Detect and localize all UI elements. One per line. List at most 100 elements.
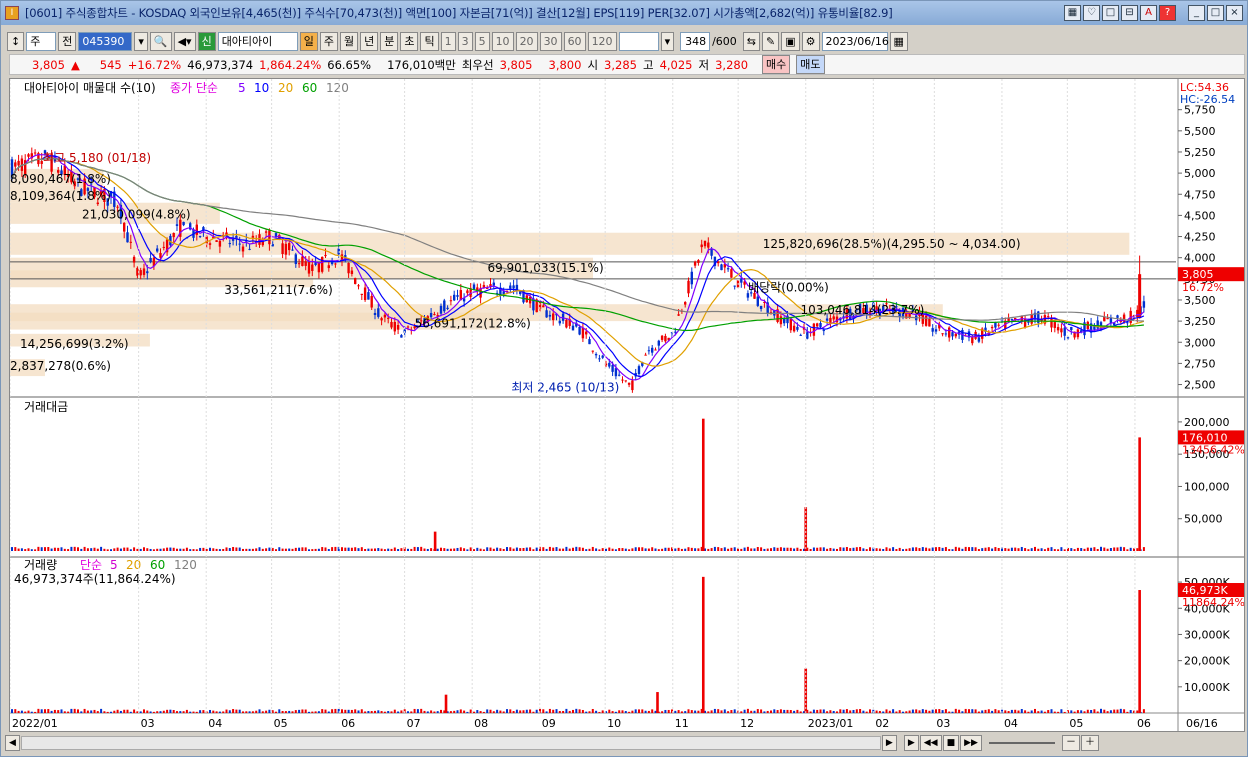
candle-body <box>542 305 545 308</box>
candle-body <box>327 265 330 269</box>
link-icon[interactable]: ▦ <box>1064 5 1081 21</box>
volume-bar <box>839 709 842 713</box>
volume-bar <box>360 709 363 713</box>
volume-bar <box>110 711 112 713</box>
amount-bar <box>730 547 733 551</box>
stock-link-icon[interactable]: ↕ <box>7 31 25 51</box>
zoom-slider[interactable] <box>988 742 1055 744</box>
stock-code-input[interactable]: 045390 <box>78 31 133 51</box>
candle-body <box>406 326 410 328</box>
interval-30[interactable]: 30 <box>539 31 562 51</box>
candle-body <box>1056 327 1060 331</box>
interval-10[interactable]: 10 <box>491 31 514 51</box>
help-icon[interactable]: ? <box>1159 5 1176 21</box>
volume-bar <box>948 711 951 713</box>
minimize-button[interactable]: _ <box>1188 5 1205 21</box>
volume-bar <box>638 709 640 713</box>
candle-body <box>123 222 126 232</box>
chart-area[interactable]: 5,750 5,500 5,250 5,000 4,750 4,500 4,250 4,000… <box>9 78 1245 732</box>
volume-bar <box>542 709 545 713</box>
search-icon[interactable]: 🔍 <box>149 31 172 51</box>
candle-body <box>684 302 687 305</box>
candle-body <box>759 305 763 310</box>
volume-bar <box>314 711 317 713</box>
period-week[interactable]: 주 <box>319 31 338 51</box>
forward-icon[interactable]: ▶▶ <box>960 735 982 751</box>
whole-button[interactable]: 전 <box>58 31 77 51</box>
x-tick-label: 06 <box>341 717 355 730</box>
chart-svg[interactable]: 5,7505,5005,2505,0004,7504,5004,2504,000… <box>10 79 1244 731</box>
scroll-icon[interactable]: ⇆ <box>742 31 761 51</box>
interval-60[interactable]: 60 <box>563 31 586 51</box>
dropdown-arrow-icon[interactable]: ▾ <box>134 31 148 51</box>
period-month[interactable]: 월 <box>339 31 359 51</box>
amount-bar <box>469 547 472 551</box>
price-tick-label: 4,000 <box>1184 252 1216 265</box>
volume-profile-label: 103,046,814(23.7%) <box>800 303 924 317</box>
volume-bar <box>1073 711 1076 713</box>
amount-bar <box>710 548 713 551</box>
volume-bar <box>24 711 27 713</box>
volume-bar <box>354 709 357 713</box>
buy-button[interactable]: 매수 <box>762 55 791 74</box>
amount-bar <box>555 547 558 551</box>
candle-body <box>660 335 664 340</box>
interval-3[interactable]: 3 <box>457 31 473 51</box>
count-input[interactable]: 348 <box>680 31 711 51</box>
volume-bar <box>63 711 66 713</box>
amount-bar <box>90 548 93 551</box>
zoom-in-icon[interactable]: ＋ <box>1080 735 1099 751</box>
play-icon[interactable]: ▶ <box>903 735 919 751</box>
amount-bar <box>228 548 231 551</box>
volume-bar <box>624 711 627 713</box>
interval-20[interactable]: 20 <box>515 31 538 51</box>
volume-bar <box>717 709 720 713</box>
scrollbar-track[interactable] <box>20 736 881 750</box>
volume-bar <box>453 710 456 713</box>
rewind-icon[interactable]: ◀◀ <box>919 735 942 751</box>
candle-body <box>558 320 561 324</box>
period-minute[interactable]: 분 <box>380 31 399 51</box>
scroll-right-icon[interactable]: ▶ <box>881 735 897 751</box>
period-day[interactable]: 일 <box>299 31 318 51</box>
interval-120[interactable]: 120 <box>587 31 617 51</box>
volume-bar <box>489 709 492 713</box>
candle-body <box>383 314 387 318</box>
amount-bar <box>139 548 142 551</box>
zoom-out-icon[interactable]: － <box>1061 735 1080 751</box>
save-icon[interactable]: ▣ <box>781 31 800 51</box>
volume-bar <box>44 709 46 713</box>
layout-icon[interactable]: ⊟ <box>1121 5 1138 21</box>
interval-custom-input[interactable] <box>618 31 659 51</box>
period-year[interactable]: 년 <box>360 31 379 51</box>
period-tick[interactable]: 틱 <box>420 31 439 51</box>
sell-button[interactable]: 매도 <box>796 55 825 74</box>
volume-bar <box>377 710 380 713</box>
volume-bar <box>997 710 1000 713</box>
scroll-left-icon[interactable]: ◀ <box>5 735 20 751</box>
volume-bar <box>618 710 621 713</box>
amount-bar <box>733 547 736 551</box>
stop-icon[interactable]: ■ <box>942 735 960 751</box>
screen-icon[interactable]: □ <box>1102 5 1119 21</box>
interval-1[interactable]: 1 <box>440 31 456 51</box>
interval-5[interactable]: 5 <box>474 31 490 51</box>
settings-icon[interactable]: ⚙ <box>801 31 820 51</box>
favorite-icon[interactable]: ♡ <box>1083 5 1100 21</box>
speaker-icon[interactable]: ◀▾ <box>173 31 196 51</box>
volume-bar <box>720 710 723 713</box>
volume-bar <box>690 710 693 713</box>
close-button[interactable]: × <box>1226 5 1243 21</box>
amount-bar <box>502 548 505 551</box>
candle-body <box>944 333 948 335</box>
type-select[interactable]: 주 <box>26 31 57 51</box>
date-input[interactable]: 2023/06/16 <box>821 31 889 51</box>
period-second[interactable]: 초 <box>400 31 419 51</box>
tool-icon[interactable]: ✎ <box>762 31 780 51</box>
font-icon[interactable]: A <box>1140 5 1157 21</box>
candle-body <box>789 319 792 331</box>
interval-dropdown-icon[interactable]: ▾ <box>660 31 675 51</box>
amount-bar <box>106 549 109 551</box>
maximize-button[interactable]: □ <box>1207 5 1224 21</box>
calendar-icon[interactable]: ▦ <box>889 31 908 51</box>
